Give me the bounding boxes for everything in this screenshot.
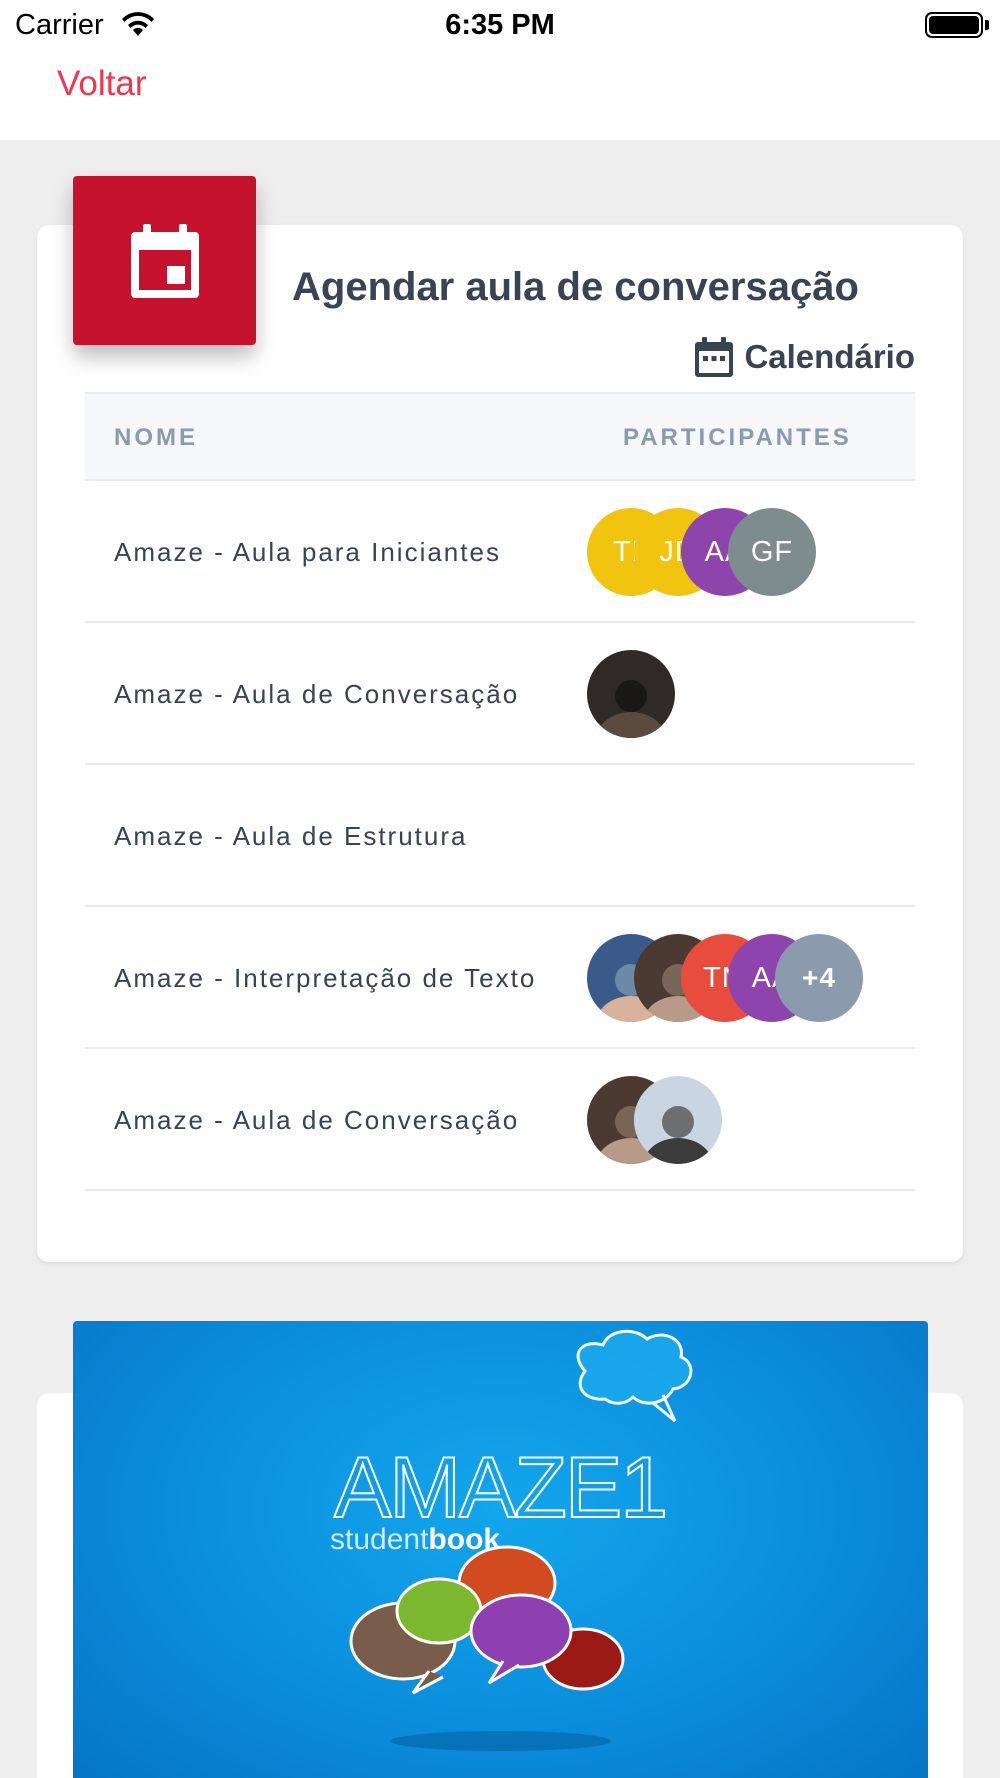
participant-photo-avatar (634, 1076, 722, 1164)
avatar-initials: +4 (802, 962, 836, 993)
book-title: AMAZE1 (334, 1440, 666, 1536)
book-cover[interactable]: AMAZE1 studentbook (73, 1321, 928, 1778)
clock: 6:35 PM (445, 9, 555, 41)
header-participants: PARTICIPANTES (623, 424, 852, 451)
table-row[interactable]: Amaze - Interpretação de Texto TM AA +4 (85, 907, 915, 1049)
row-class-name: Amaze - Aula de Estrutura (114, 821, 468, 851)
header-name: NOME (114, 424, 198, 451)
card-title: Agendar aula de conversação (292, 265, 859, 309)
more-participants-badge: +4 (775, 934, 863, 1022)
table-row[interactable]: Amaze - Aula de Conversação (85, 623, 915, 765)
status-bar: Carrier 6:35 PM (0, 0, 1000, 50)
participant-initials-avatar: GF (728, 508, 816, 596)
book-subtitle-light: student (330, 1523, 429, 1556)
calendar-icon (695, 337, 734, 377)
row-class-name: Amaze - Aula de Conversação (114, 1105, 520, 1135)
battery-icon (925, 12, 983, 38)
back-button[interactable]: Voltar (57, 64, 147, 104)
svg-text:studentbook: studentbook (330, 1523, 500, 1556)
row-class-name: Amaze - Interpretação de Texto (114, 963, 537, 993)
calendar-event-icon (130, 223, 199, 298)
calendar-link-label: Calendário (744, 338, 915, 375)
avatar-initials: GF (750, 535, 794, 568)
table-row[interactable]: Amaze - Aula de Conversação (85, 1049, 915, 1191)
book-cover-art: AMAZE1 studentbook (330, 1329, 693, 1751)
table-row[interactable]: Amaze - Aula de Estrutura (85, 765, 915, 907)
card-header-badge (73, 176, 256, 345)
row-class-name: Amaze - Aula para Iniciantes (114, 537, 501, 567)
participant-photo-avatar (587, 650, 675, 738)
table-header: NOME PARTICIPANTES (85, 392, 915, 481)
top-bar: Carrier 6:35 PM Voltar (0, 0, 1000, 140)
table-row[interactable]: Amaze - Aula para Iniciantes TL JD AA GF (85, 481, 915, 623)
calendar-link[interactable]: Calendário (694, 336, 915, 378)
classes-table: NOME PARTICIPANTES Amaze - Aula para Ini… (85, 392, 915, 1191)
battery-tip (985, 20, 989, 30)
row-class-name: Amaze - Aula de Conversação (114, 679, 520, 709)
